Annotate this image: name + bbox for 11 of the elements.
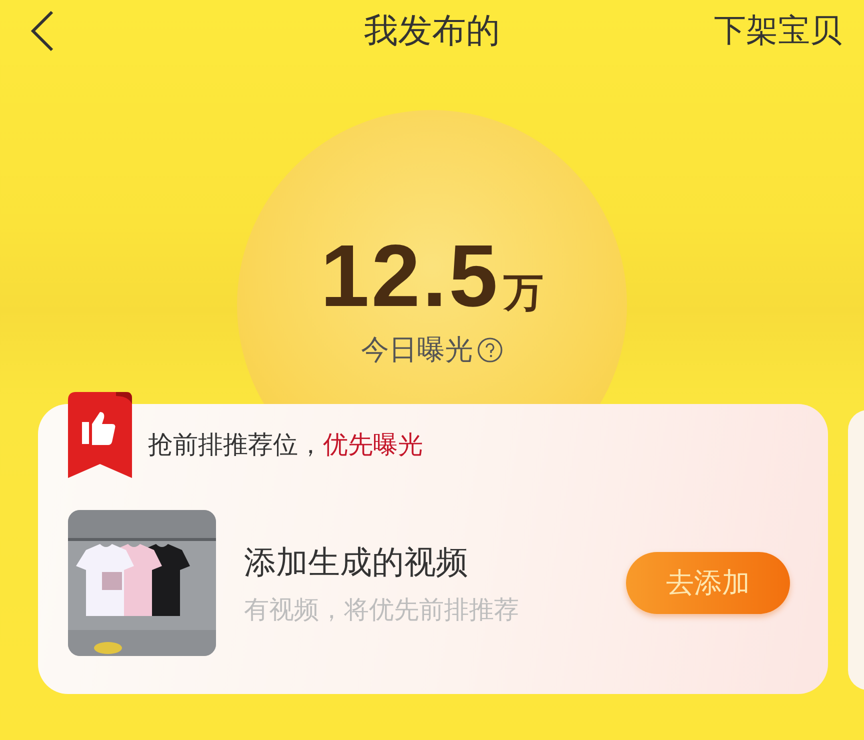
help-icon[interactable]	[477, 337, 503, 363]
exposure-label: 今日曝光	[361, 332, 473, 368]
exposure-unit: 万	[504, 269, 544, 318]
page-title: 我发布的	[364, 11, 500, 51]
promo-headline: 抢前排推荐位，优先曝光	[148, 429, 423, 461]
back-icon[interactable]	[28, 9, 56, 53]
thumbs-up-ribbon-icon	[68, 392, 132, 478]
item-subtitle: 有视频，将优先前排推荐	[244, 594, 520, 626]
item-title: 添加生成的视频	[244, 542, 469, 582]
delisted-items-link[interactable]: 下架宝贝	[714, 9, 842, 53]
exposure-value: 12.5	[320, 225, 500, 327]
